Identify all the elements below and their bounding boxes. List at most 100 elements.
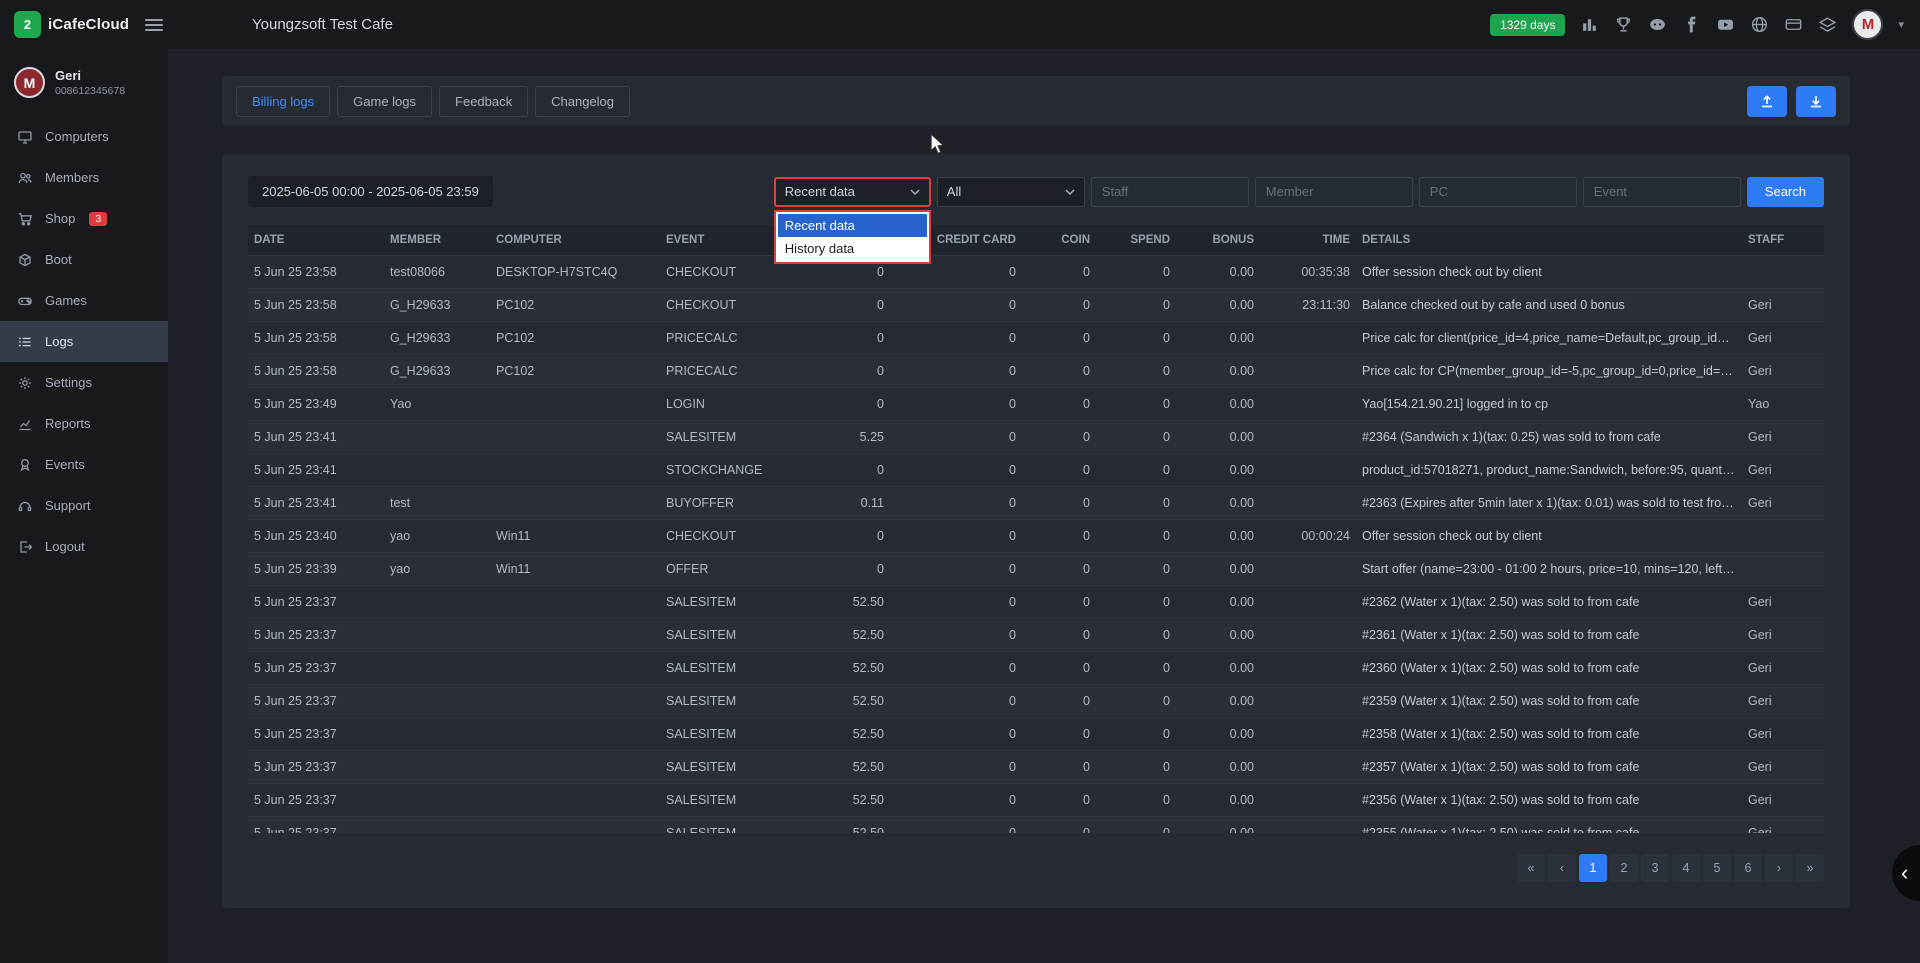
cell [384,751,490,784]
sidebar-item-computers[interactable]: Computers [0,116,168,157]
cell: 0.00 [1176,355,1260,388]
cell: 0 [890,718,1022,751]
cell: 0 [1022,619,1096,652]
table-row: 5 Jun 25 23:41STOCKCHANGE00000.00product… [248,454,1824,487]
tab-game-logs[interactable]: Game logs [337,86,432,117]
cell: 0.00 [1176,784,1260,817]
pc-input[interactable] [1419,177,1577,207]
cell: Geri [1742,751,1824,784]
cart-icon [17,211,33,227]
discord-icon[interactable] [1648,15,1667,34]
type-select[interactable]: All [937,177,1085,207]
cell: PRICECALC [660,355,808,388]
date-range-picker[interactable]: 2025-06-05 00:00 - 2025-06-05 23:59 [248,176,493,207]
user-avatar[interactable]: M [1852,9,1883,40]
sidebar-item-logout[interactable]: Logout [0,526,168,567]
cell: STOCKCHANGE [660,454,808,487]
cell: 5 Jun 25 23:58 [248,289,384,322]
sidebar-item-logs[interactable]: Logs [0,321,168,362]
sidebar-item-reports[interactable]: Reports [0,403,168,444]
layers-icon[interactable] [1818,15,1837,34]
sidebar-item-boot[interactable]: Boot [0,239,168,280]
cell: Geri [1742,322,1824,355]
log-table-wrapper: DATEMEMBERCOMPUTEREVENTMONEYCREDIT CARDC… [248,225,1824,833]
column-header-coin: COIN [1022,225,1096,256]
payment-icon[interactable] [1784,15,1803,34]
page-button-1[interactable]: ‹ [1548,854,1576,882]
days-remaining-badge[interactable]: 1329 days [1490,14,1565,36]
tab-feedback[interactable]: Feedback [439,86,528,117]
cell: 0 [1096,586,1176,619]
page-button-7[interactable]: 6 [1734,854,1762,882]
sidebar-item-support[interactable]: Support [0,485,168,526]
download-button[interactable] [1796,86,1836,117]
page-button-9[interactable]: » [1796,854,1824,882]
dropdown-option[interactable]: Recent data [778,214,927,237]
table-row: 5 Jun 25 23:37SALESITEM52.500000.00#2361… [248,619,1824,652]
table-row: 5 Jun 25 23:37SALESITEM52.500000.00#2362… [248,586,1824,619]
stats-icon[interactable] [1580,15,1599,34]
table-header-row: DATEMEMBERCOMPUTEREVENTMONEYCREDIT CARDC… [248,225,1824,256]
cell [384,652,490,685]
event-input[interactable] [1583,177,1741,207]
sidebar-item-members[interactable]: Members [0,157,168,198]
staff-input[interactable] [1091,177,1249,207]
topbar-brand: 2 iCafeCloud [0,11,168,38]
data-select-value: Recent data [785,184,855,199]
topbar-actions: 1329 days M ▾ [1490,9,1920,40]
cell: SALESITEM [660,718,808,751]
cell: SALESITEM [660,751,808,784]
cell: SALESITEM [660,586,808,619]
sidebar-item-label: Shop [45,211,75,226]
cell [490,718,660,751]
youtube-icon[interactable] [1716,15,1735,34]
profile-phone: 008612345678 [55,85,125,97]
sidebar-item-shop[interactable]: Shop 3 [0,198,168,239]
cell: 0 [1022,289,1096,322]
data-select[interactable]: Recent data Recent dataHistory data [774,177,931,207]
cell: 0 [890,751,1022,784]
cell: BUYOFFER [660,487,808,520]
cell [384,718,490,751]
cell: 0 [890,322,1022,355]
hamburger-menu-icon[interactable] [145,19,163,31]
page-button-8[interactable]: › [1765,854,1793,882]
cell: PRICECALC [660,322,808,355]
logout-icon [17,539,33,555]
cell: 0 [808,322,890,355]
facebook-icon[interactable] [1682,15,1701,34]
dropdown-option[interactable]: History data [778,237,927,260]
download-icon [1808,93,1824,109]
member-input[interactable] [1255,177,1413,207]
tab-billing-logs[interactable]: Billing logs [236,86,330,117]
search-button[interactable]: Search [1747,177,1824,207]
cell: 0 [1022,817,1096,834]
page-button-6[interactable]: 5 [1703,854,1731,882]
cell: 00:35:38 [1260,256,1356,289]
sidebar-item-games[interactable]: Games [0,280,168,321]
tab-changelog[interactable]: Changelog [535,86,630,117]
cell: Start offer (name=23:00 - 01:00 2 hours,… [1356,553,1742,586]
page-button-0[interactable]: « [1517,854,1545,882]
page-button-2[interactable]: 1 [1579,854,1607,882]
cell: 0 [1096,520,1176,553]
cell: 0.00 [1176,751,1260,784]
sidebar-item-label: Settings [45,375,92,390]
globe-icon[interactable] [1750,15,1769,34]
list-icon [17,334,33,350]
page-button-5[interactable]: 4 [1672,854,1700,882]
user-menu-chevron-down-icon[interactable]: ▾ [1898,18,1904,31]
cell: 0 [1022,718,1096,751]
page-button-4[interactable]: 3 [1641,854,1669,882]
main-content: Billing logs Game logs Feedback Changelo… [168,49,1920,963]
table-row: 5 Jun 25 23:37SALESITEM52.500000.00#2355… [248,817,1824,834]
trophy-icon[interactable] [1614,15,1633,34]
cell: PC102 [490,322,660,355]
sidebar-item-events[interactable]: Events [0,444,168,485]
cell: 52.50 [808,586,890,619]
headset-icon [17,498,33,514]
page-button-3[interactable]: 2 [1610,854,1638,882]
cell [1260,586,1356,619]
upload-button[interactable] [1747,86,1787,117]
sidebar-item-settings[interactable]: Settings [0,362,168,403]
